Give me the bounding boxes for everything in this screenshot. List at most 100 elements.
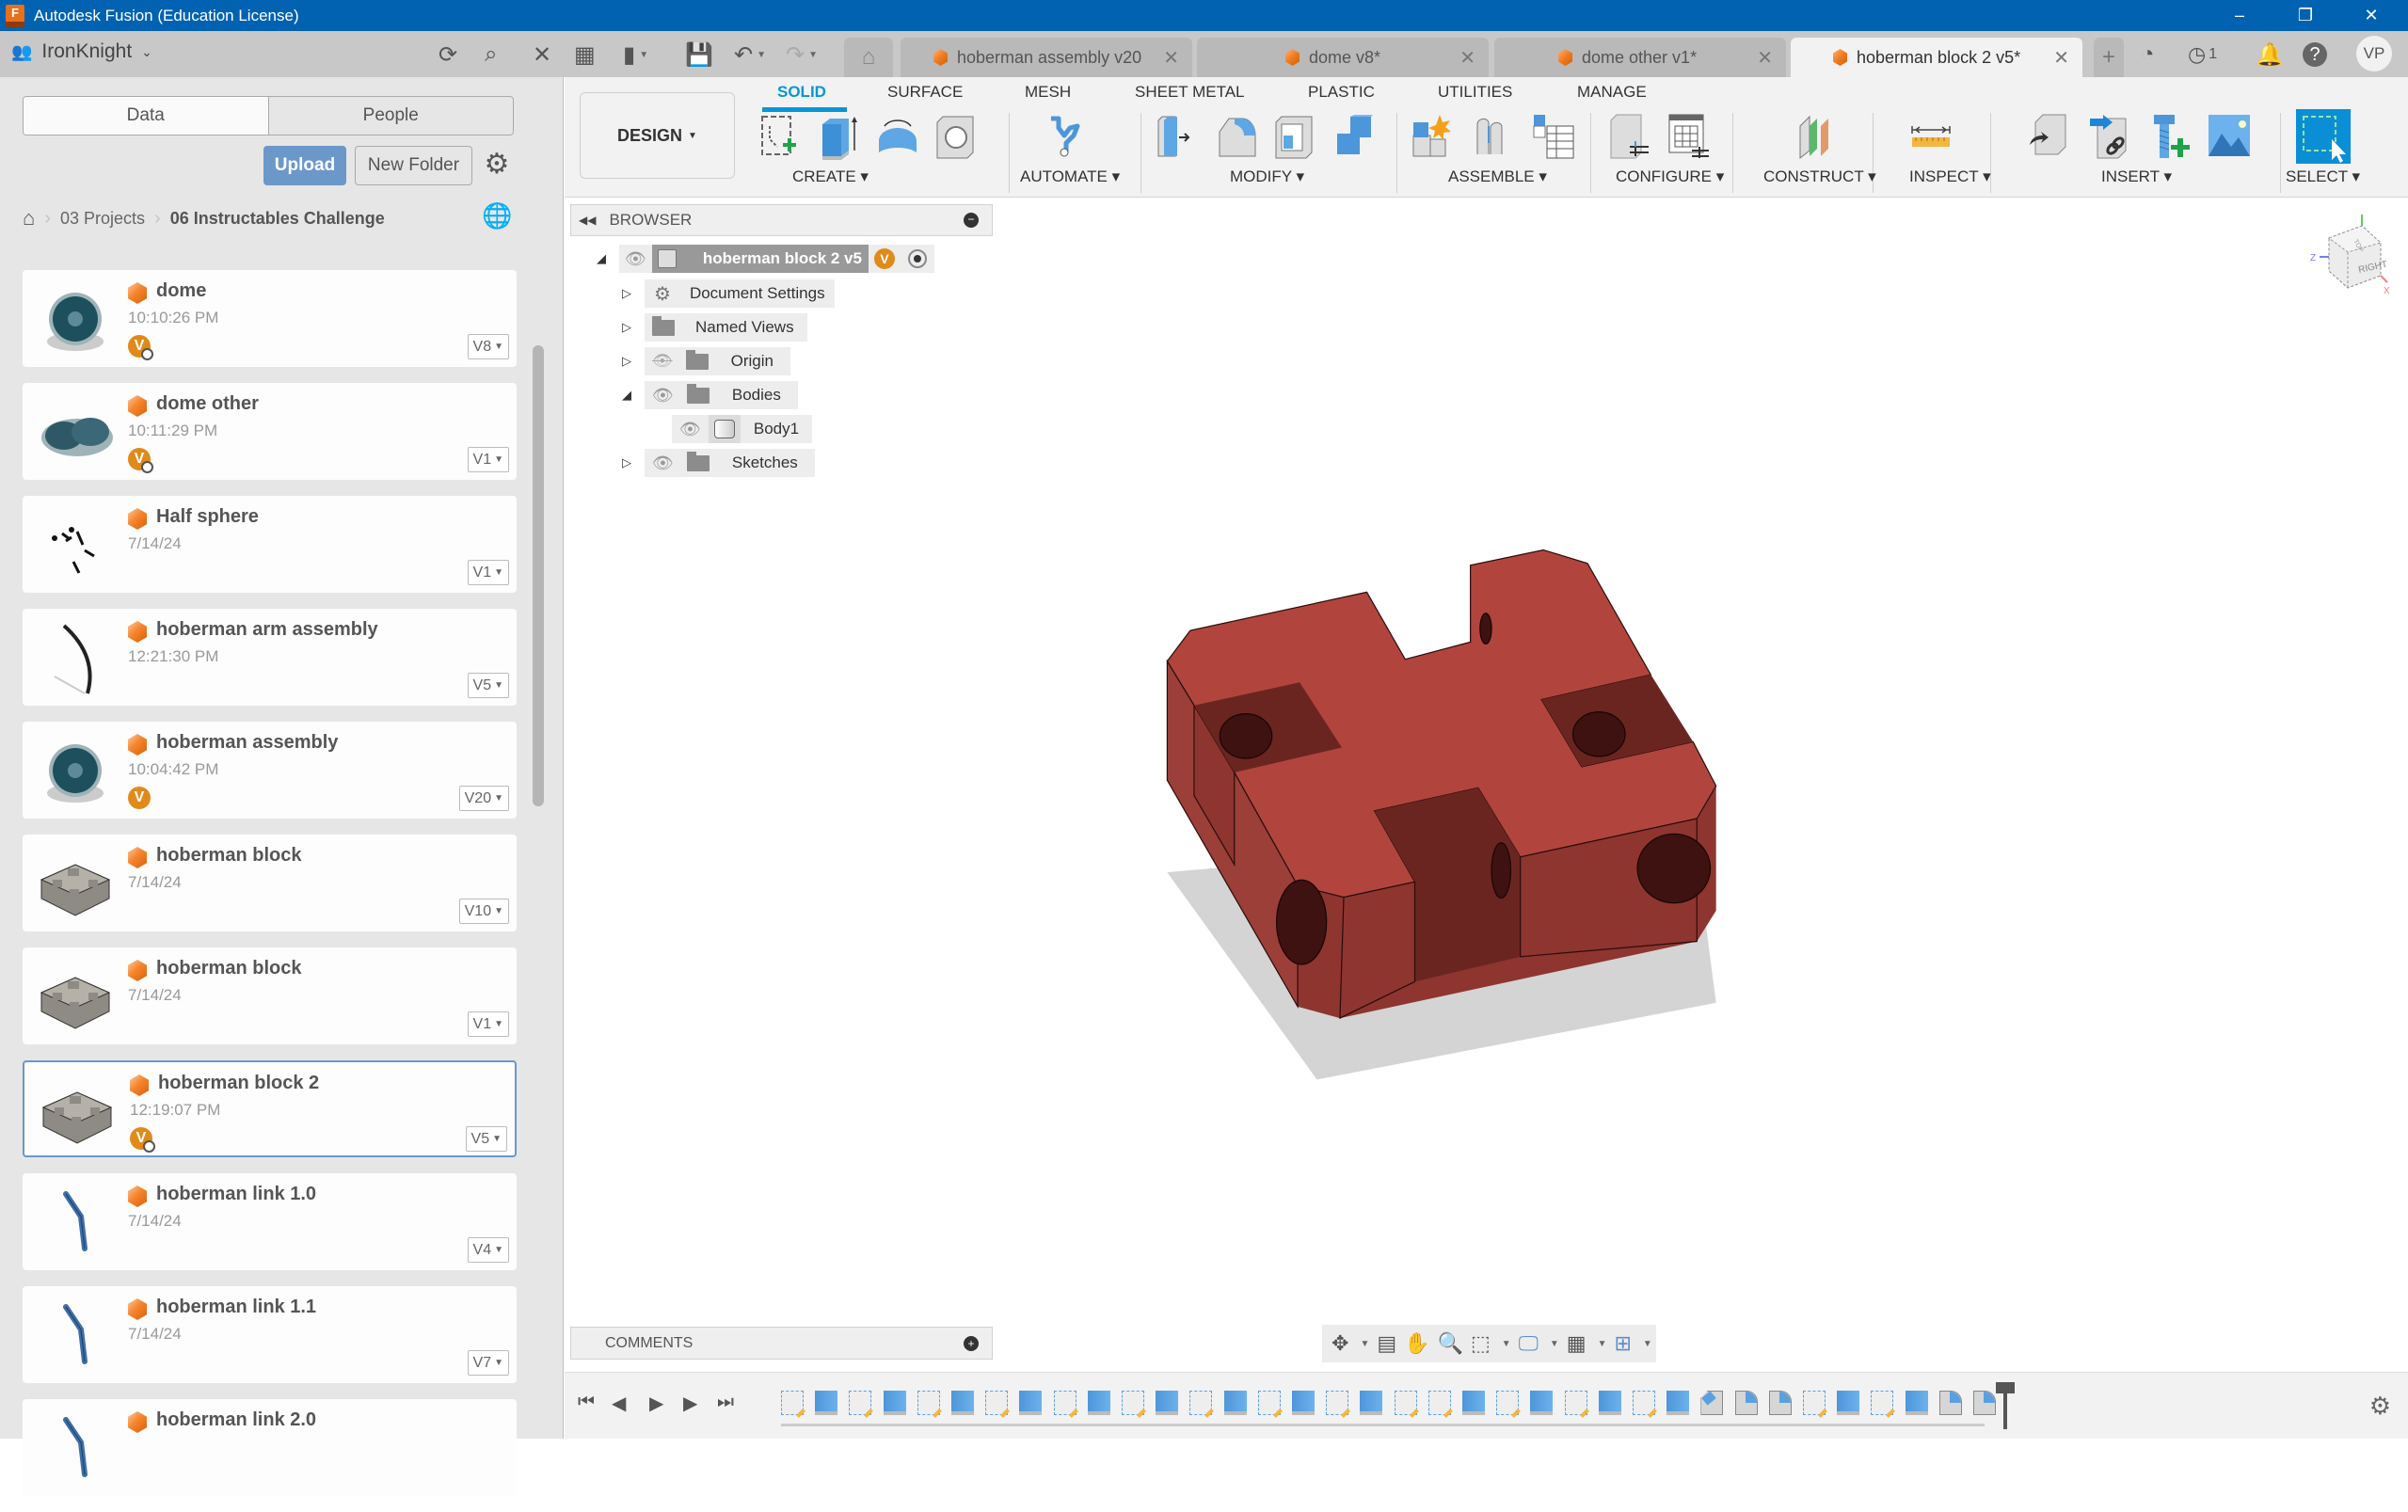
- file-card[interactable]: hoberman link 1.1 7/14/24 V7 ▼: [23, 1286, 517, 1383]
- orbit-icon[interactable]: ✥: [1332, 1331, 1348, 1356]
- timeline-fillet-icon[interactable]: [1938, 1391, 1962, 1415]
- version-dropdown[interactable]: V7 ▼: [467, 1350, 509, 1376]
- timeline-sketch-icon[interactable]: [1803, 1391, 1826, 1415]
- gear-icon[interactable]: ⚙: [482, 150, 512, 180]
- close-window-button[interactable]: ✕: [2343, 0, 2400, 31]
- notification-bell-icon[interactable]: 🔔: [2256, 40, 2284, 69]
- shell-icon[interactable]: [1272, 113, 1317, 160]
- timeline-sketch-icon[interactable]: [1564, 1391, 1587, 1415]
- timeline-sketch-icon[interactable]: [1189, 1391, 1213, 1415]
- viewports-icon[interactable]: ⊞: [1614, 1331, 1631, 1356]
- version-dropdown[interactable]: V1 ▼: [467, 1011, 509, 1037]
- select-menu[interactable]: SELECT ▾: [2286, 167, 2360, 186]
- save-icon[interactable]: 💾: [685, 40, 713, 69]
- activate-radio-icon[interactable]: [900, 245, 934, 273]
- 3d-model-viewport[interactable]: [1129, 527, 1750, 1110]
- create-menu[interactable]: CREATE ▾: [792, 167, 869, 186]
- visibility-eye-icon[interactable]: 👁: [645, 381, 681, 409]
- timeline-go-end-icon[interactable]: ⏭: [717, 1392, 734, 1413]
- file-card[interactable]: hoberman link 1.0 7/14/24 V4 ▼: [23, 1173, 517, 1270]
- timeline-extrude-icon[interactable]: [1530, 1391, 1554, 1415]
- tab-manage[interactable]: MANAGE: [1577, 83, 1647, 102]
- timeline-sketch-icon[interactable]: [849, 1391, 872, 1415]
- file-card[interactable]: hoberman arm assembly 12:21:30 PM V5 ▼: [23, 609, 517, 706]
- automate-icon[interactable]: [1042, 113, 1087, 160]
- close-icon[interactable]: ✕: [1459, 46, 1475, 70]
- timeline-extrude-icon[interactable]: [1156, 1391, 1179, 1415]
- timeline-sketch-icon[interactable]: [1496, 1391, 1520, 1415]
- modify-menu[interactable]: MODIFY ▾: [1230, 167, 1304, 186]
- file-icon[interactable]: ▮ ▼: [623, 40, 648, 69]
- chevron-down-icon[interactable]: ▼: [1360, 1339, 1369, 1349]
- file-card[interactable]: hoberman link 2.0: [23, 1399, 517, 1496]
- grid-settings-icon[interactable]: ▦: [1567, 1331, 1587, 1356]
- close-icon[interactable]: ✕: [1163, 46, 1179, 70]
- workspace-switcher[interactable]: DESIGN ▼: [580, 92, 735, 179]
- close-data-panel-icon[interactable]: ✕: [533, 40, 551, 69]
- browser-node-sketches[interactable]: ▷ 👁 Sketches: [620, 449, 815, 477]
- tab-mesh[interactable]: MESH: [1025, 83, 1071, 102]
- fit-zoom-window-icon[interactable]: ⬚: [1471, 1331, 1491, 1356]
- visibility-eye-icon[interactable]: 👁: [619, 245, 652, 273]
- timeline-extrude-icon[interactable]: [1905, 1391, 1928, 1415]
- timeline-step-back-icon[interactable]: ◀: [612, 1392, 626, 1415]
- timeline-go-start-icon[interactable]: ⏮: [578, 1392, 595, 1413]
- file-card[interactable]: Half sphere 7/14/24 V1 ▼: [23, 496, 517, 593]
- version-dropdown[interactable]: V8 ▼: [467, 334, 509, 359]
- expanded-triangle-icon[interactable]: ◢: [595, 251, 608, 266]
- timeline-fillet-icon[interactable]: [1734, 1391, 1758, 1415]
- version-dropdown[interactable]: V20 ▼: [458, 786, 509, 811]
- extrude-icon[interactable]: [817, 113, 862, 160]
- insert-link-icon[interactable]: [2086, 113, 2131, 160]
- timeline-sketch-icon[interactable]: [1053, 1391, 1076, 1415]
- globe-share-icon[interactable]: 🌐: [482, 201, 512, 231]
- help-icon[interactable]: ?: [2303, 42, 2327, 67]
- timeline-sketch-icon[interactable]: [1394, 1391, 1417, 1415]
- home-tab-icon[interactable]: ⌂: [844, 38, 893, 77]
- new-component-icon[interactable]: [1411, 113, 1457, 160]
- timeline-play-icon[interactable]: ▶: [649, 1392, 663, 1415]
- timeline-step-forward-icon[interactable]: ▶: [683, 1392, 697, 1415]
- timeline-extrude-icon[interactable]: [1462, 1391, 1485, 1415]
- timeline-chamfer-icon[interactable]: [1700, 1391, 1724, 1415]
- pan-hand-icon[interactable]: ✋: [1404, 1331, 1429, 1356]
- add-comment-icon[interactable]: +: [964, 1335, 979, 1351]
- visibility-eye-icon[interactable]: 👁: [672, 415, 709, 443]
- new-folder-button[interactable]: New Folder: [355, 146, 472, 185]
- timeline-fillet-icon[interactable]: [1973, 1391, 1996, 1415]
- browser-node-body1[interactable]: 👁 Body1: [672, 415, 813, 443]
- restore-button[interactable]: ❐: [2277, 0, 2334, 31]
- close-icon[interactable]: ✕: [1757, 46, 1773, 70]
- timeline-extrude-icon[interactable]: [1223, 1391, 1247, 1415]
- display-settings-icon[interactable]: 🖵: [1519, 1331, 1539, 1356]
- file-card[interactable]: hoberman assembly 10:04:42 PM V V20 ▼: [23, 722, 517, 819]
- version-dropdown[interactable]: V1 ▼: [467, 560, 509, 585]
- timeline-sketch-icon[interactable]: [1257, 1391, 1281, 1415]
- visibility-eye-icon[interactable]: 👁: [645, 449, 681, 477]
- redo-icon[interactable]: ↷ ▼: [786, 40, 818, 69]
- construct-menu[interactable]: CONSTRUCT ▾: [1763, 167, 1876, 186]
- file-card[interactable]: dome 10:10:26 PM V V8 ▼: [23, 270, 517, 367]
- file-card[interactable]: dome other 10:11:29 PM V V1 ▼: [23, 383, 517, 480]
- configuration-table-icon[interactable]: [1666, 113, 1711, 160]
- tab-surface[interactable]: SURFACE: [887, 83, 963, 102]
- chevron-down-icon[interactable]: ▼: [1502, 1339, 1511, 1349]
- new-tab-icon[interactable]: +: [2094, 38, 2124, 77]
- timeline-marker[interactable]: [1996, 1382, 2016, 1429]
- timeline-sketch-icon[interactable]: [1326, 1391, 1349, 1415]
- tab-utilities[interactable]: UTILITIES: [1438, 83, 1512, 102]
- timeline-extrude-icon[interactable]: [883, 1391, 906, 1415]
- minimize-browser-icon[interactable]: −: [964, 213, 979, 228]
- undo-icon[interactable]: ↶ ▼: [734, 40, 766, 69]
- timeline-settings-gear-icon[interactable]: ⚙: [2369, 1392, 2391, 1421]
- browser-node-named-views[interactable]: ▷ Named Views: [620, 313, 807, 342]
- upload-button[interactable]: Upload: [263, 146, 346, 185]
- viewcube[interactable]: RIGHT TOP Y Z X: [2310, 215, 2395, 299]
- browser-node-document-settings[interactable]: ▷ ⚙ Document Settings: [620, 279, 835, 308]
- timeline-sketch-icon[interactable]: [985, 1391, 1009, 1415]
- version-dropdown[interactable]: V10 ▼: [458, 899, 509, 924]
- breadcrumb-projects[interactable]: 03 Projects: [60, 209, 145, 229]
- combine-icon[interactable]: [1332, 113, 1377, 160]
- minimize-button[interactable]: –: [2211, 0, 2268, 31]
- timeline-extrude-icon[interactable]: [1019, 1391, 1043, 1415]
